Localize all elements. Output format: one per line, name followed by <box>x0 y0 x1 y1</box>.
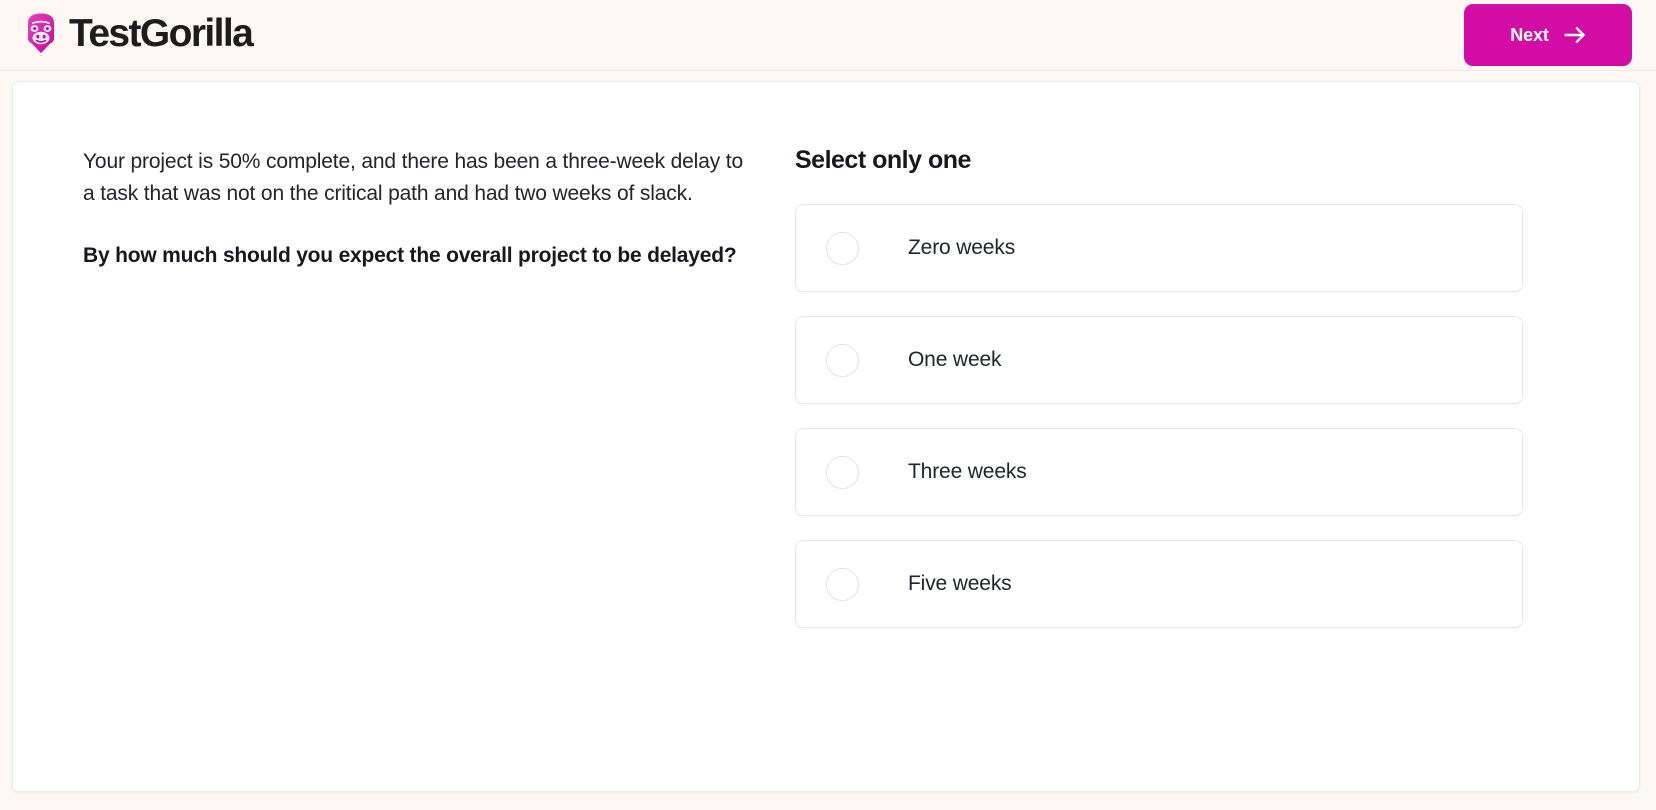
option-card-three-weeks[interactable]: Three weeks <box>795 428 1523 516</box>
option-list: Zero weeks One week Three weeks Five wee… <box>795 204 1523 628</box>
card-inner: Your project is 50% complete, and there … <box>13 82 1639 628</box>
answers-pane: Select only one Zero weeks One week Thre… <box>783 146 1523 628</box>
question-pane: Your project is 50% complete, and there … <box>83 146 783 272</box>
question-prompt: By how much should you expect the overal… <box>83 244 737 268</box>
answers-heading: Select only one <box>795 146 971 174</box>
option-card-five-weeks[interactable]: Five weeks <box>795 540 1523 628</box>
option-label-three-weeks: Three weeks <box>908 460 1027 483</box>
option-card-zero-weeks[interactable]: Zero weeks <box>795 204 1523 292</box>
question-stem: Your project is 50% complete, and there … <box>83 150 743 206</box>
radio-icon-three-weeks[interactable] <box>826 455 859 489</box>
option-label-one-week: One week <box>908 348 1002 371</box>
next-button-label: Next <box>1510 24 1549 45</box>
option-label-five-weeks: Five weeks <box>908 572 1012 595</box>
brand-name: TestGorilla <box>69 12 254 55</box>
radio-icon-zero-weeks[interactable] <box>826 231 859 265</box>
question-card: Your project is 50% complete, and there … <box>12 81 1640 792</box>
radio-icon-one-week[interactable] <box>826 343 859 377</box>
option-card-one-week[interactable]: One week <box>795 316 1523 404</box>
next-button[interactable]: Next <box>1464 4 1632 66</box>
app-header: TestGorilla Next <box>0 0 1656 71</box>
gorilla-logo-icon <box>28 13 54 56</box>
arrow-right-icon <box>1564 27 1585 43</box>
brand-logo[interactable]: TestGorilla <box>22 12 254 57</box>
radio-icon-five-weeks[interactable] <box>826 567 859 601</box>
option-label-zero-weeks: Zero weeks <box>908 236 1016 259</box>
